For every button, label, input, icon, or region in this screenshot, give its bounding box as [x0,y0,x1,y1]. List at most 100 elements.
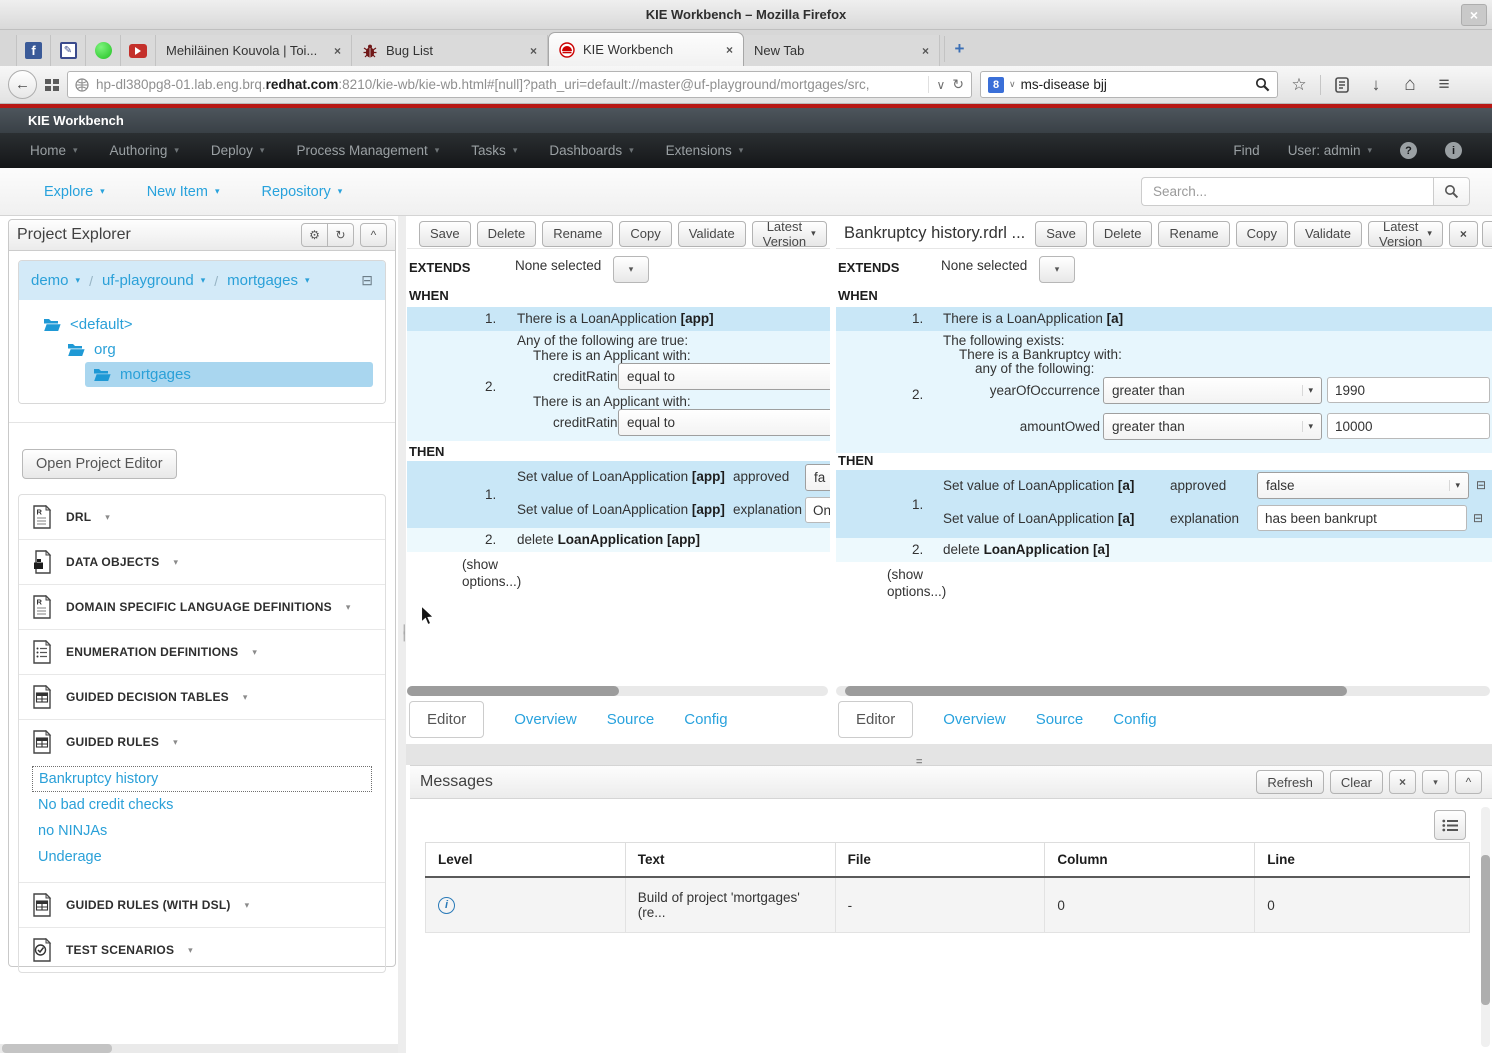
menu-dashboards[interactable]: Dashboards▾ [549,143,633,158]
workbench-search-input[interactable] [1141,177,1433,206]
extends-dropdown-button[interactable]: ▾ [1039,256,1075,283]
close-icon[interactable]: × [334,44,341,58]
tab-config[interactable]: Config [1113,711,1156,728]
pinned-tab-apple[interactable] [86,35,121,66]
scrollbar-thumb[interactable] [2,1044,112,1053]
splitter-grip-icon[interactable]: ❘❘ [400,626,404,640]
remove-field-icon[interactable]: ⊟ [1473,511,1483,525]
then-row-2[interactable]: 2. delete LoanApplication [app] [407,528,830,552]
rule-no-bad-credit-checks[interactable]: No bad credit checks [32,792,372,818]
menu-user[interactable]: User: admin▾ [1288,143,1372,158]
then-row-2[interactable]: 2. delete LoanApplication [a] [836,538,1492,562]
explanation-input[interactable] [1257,505,1467,531]
scrollbar-thumb[interactable] [1481,855,1490,1005]
subnav-new-item[interactable]: New Item▾ [147,184,220,200]
when-row-2[interactable]: 2. Any of the following are true: There … [407,331,830,441]
section-guided-rules[interactable]: GUIDED RULES ▾ [19,719,385,764]
rule-bankruptcy-history[interactable]: Bankruptcy history [32,766,372,792]
tree-item-default[interactable]: <default> [27,312,377,337]
then-row-1[interactable]: 1. Set value of LoanApplication [app] ap… [407,461,830,528]
menu-authoring[interactable]: Authoring▾ [110,143,179,158]
back-button[interactable]: ← [8,70,37,99]
credit-rating-operator-select[interactable]: equal to▾ [618,363,830,390]
search-engine-icon[interactable]: 8 [988,77,1004,93]
when-row-1[interactable]: 1. There is a LoanApplication [app] [407,307,830,331]
scrollbar-thumb[interactable] [407,686,619,696]
latest-version-button[interactable]: Latest Version▾ [752,221,827,247]
panel-menu-button[interactable]: ▾ [1482,221,1492,247]
browser-tab-new-tab[interactable]: New Tab × [744,35,940,66]
year-of-occurrence-input[interactable] [1327,377,1490,403]
tab-overview[interactable]: Overview [943,711,1006,728]
validate-button[interactable]: Validate [1294,221,1362,247]
close-icon[interactable]: × [726,43,733,57]
bottom-left-scrollbar[interactable] [0,1044,398,1053]
home-icon[interactable]: ⌂ [1397,74,1423,96]
tab-config[interactable]: Config [684,711,727,728]
search-engine-caret-icon[interactable]: ∨ [1009,79,1016,90]
subnav-explore[interactable]: Explore▾ [44,184,105,200]
horizontal-scrollbar[interactable] [836,686,1490,696]
remove-field-icon[interactable]: ⊟ [1476,478,1486,492]
tab-editor[interactable]: Editor [409,701,484,738]
then-row-1[interactable]: 1. Set value of LoanApplication [a] appr… [836,470,1492,538]
breadcrumb-uf-playground[interactable]: uf-playground▾ [102,272,205,289]
extends-dropdown-button[interactable]: ▾ [613,256,649,283]
delete-button[interactable]: Delete [477,221,537,247]
explorer-refresh-button[interactable]: ↻ [327,223,354,247]
explorer-collapse-button[interactable]: ^ [360,223,387,247]
section-guided-rules-dsl[interactable]: GUIDED RULES (WITH DSL) ▾ [19,882,385,927]
rename-button[interactable]: Rename [1158,221,1229,247]
browser-search-bar[interactable]: 8 ∨ [980,71,1278,98]
close-icon[interactable]: × [922,44,929,58]
menu-tasks[interactable]: Tasks▾ [471,143,517,158]
rename-button[interactable]: Rename [542,221,613,247]
menu-process-management[interactable]: Process Management▾ [296,143,439,158]
panel-collapse-button[interactable]: ^ [1455,770,1482,794]
horizontal-scrollbar[interactable] [407,686,828,696]
collapse-box-icon[interactable]: ⊟ [361,272,373,289]
amount-owed-operator-select[interactable]: greater than▾ [1103,413,1322,440]
tree-item-mortgages[interactable]: mortgages [85,362,373,387]
show-options-link[interactable]: (show options...) [462,556,526,590]
breadcrumb-demo[interactable]: demo▾ [31,272,80,289]
window-close-button[interactable]: × [1461,4,1487,26]
save-button[interactable]: Save [1035,221,1087,247]
bookmarks-panel-icon[interactable] [1329,77,1355,93]
close-editor-button[interactable]: × [1449,221,1478,247]
copy-button[interactable]: Copy [1236,221,1288,247]
when-row-1[interactable]: 1. There is a LoanApplication [a] [836,307,1492,331]
section-guided-decision-tables[interactable]: GUIDED DECISION TABLES ▾ [19,674,385,719]
year-of-occurrence-operator-select[interactable]: greater than▾ [1103,377,1322,404]
clear-button[interactable]: Clear [1330,770,1383,794]
browser-tab-mehilainen[interactable]: Mehiläinen Kouvola | Toi... × [156,35,352,66]
approved-value-select[interactable]: fa [805,464,830,491]
latest-version-button[interactable]: Latest Version▾ [1368,221,1443,247]
search-icon[interactable] [1255,77,1270,92]
help-icon[interactable]: ? [1400,142,1417,159]
reload-icon[interactable]: ↻ [952,76,964,93]
message-row[interactable]: i Build of project 'mortgages' (re... - … [426,877,1470,933]
validate-button[interactable]: Validate [678,221,746,247]
workbench-search-button[interactable] [1433,177,1470,206]
pinned-tab-facebook[interactable]: f [16,35,51,66]
section-enumeration-definitions[interactable]: ENUMERATION DEFINITIONS ▾ [19,629,385,674]
copy-button[interactable]: Copy [619,221,671,247]
url-dropdown-icon[interactable]: ∨ [936,78,945,92]
tab-source[interactable]: Source [607,711,655,728]
menu-deploy[interactable]: Deploy▾ [211,143,265,158]
tiles-icon[interactable] [45,79,59,91]
menu-home[interactable]: Home▾ [30,143,78,158]
browser-search-input[interactable] [1021,77,1250,92]
explorer-settings-button[interactable]: ⚙ [301,223,328,247]
when-row-2[interactable]: 2. The following exists: There is a Bank… [836,331,1492,453]
refresh-button[interactable]: Refresh [1256,770,1324,794]
credit-rating-operator-select-2[interactable]: equal to▾ [618,409,830,436]
list-view-button[interactable] [1434,810,1466,840]
menu-extensions[interactable]: Extensions▾ [666,143,744,158]
pinned-tab-youtube[interactable] [121,35,156,66]
close-panel-button[interactable]: × [1389,770,1416,794]
show-options-link[interactable]: (show options...) [887,566,951,600]
save-button[interactable]: Save [419,221,471,247]
section-data-objects[interactable]: DATA OBJECTS ▾ [19,539,385,584]
